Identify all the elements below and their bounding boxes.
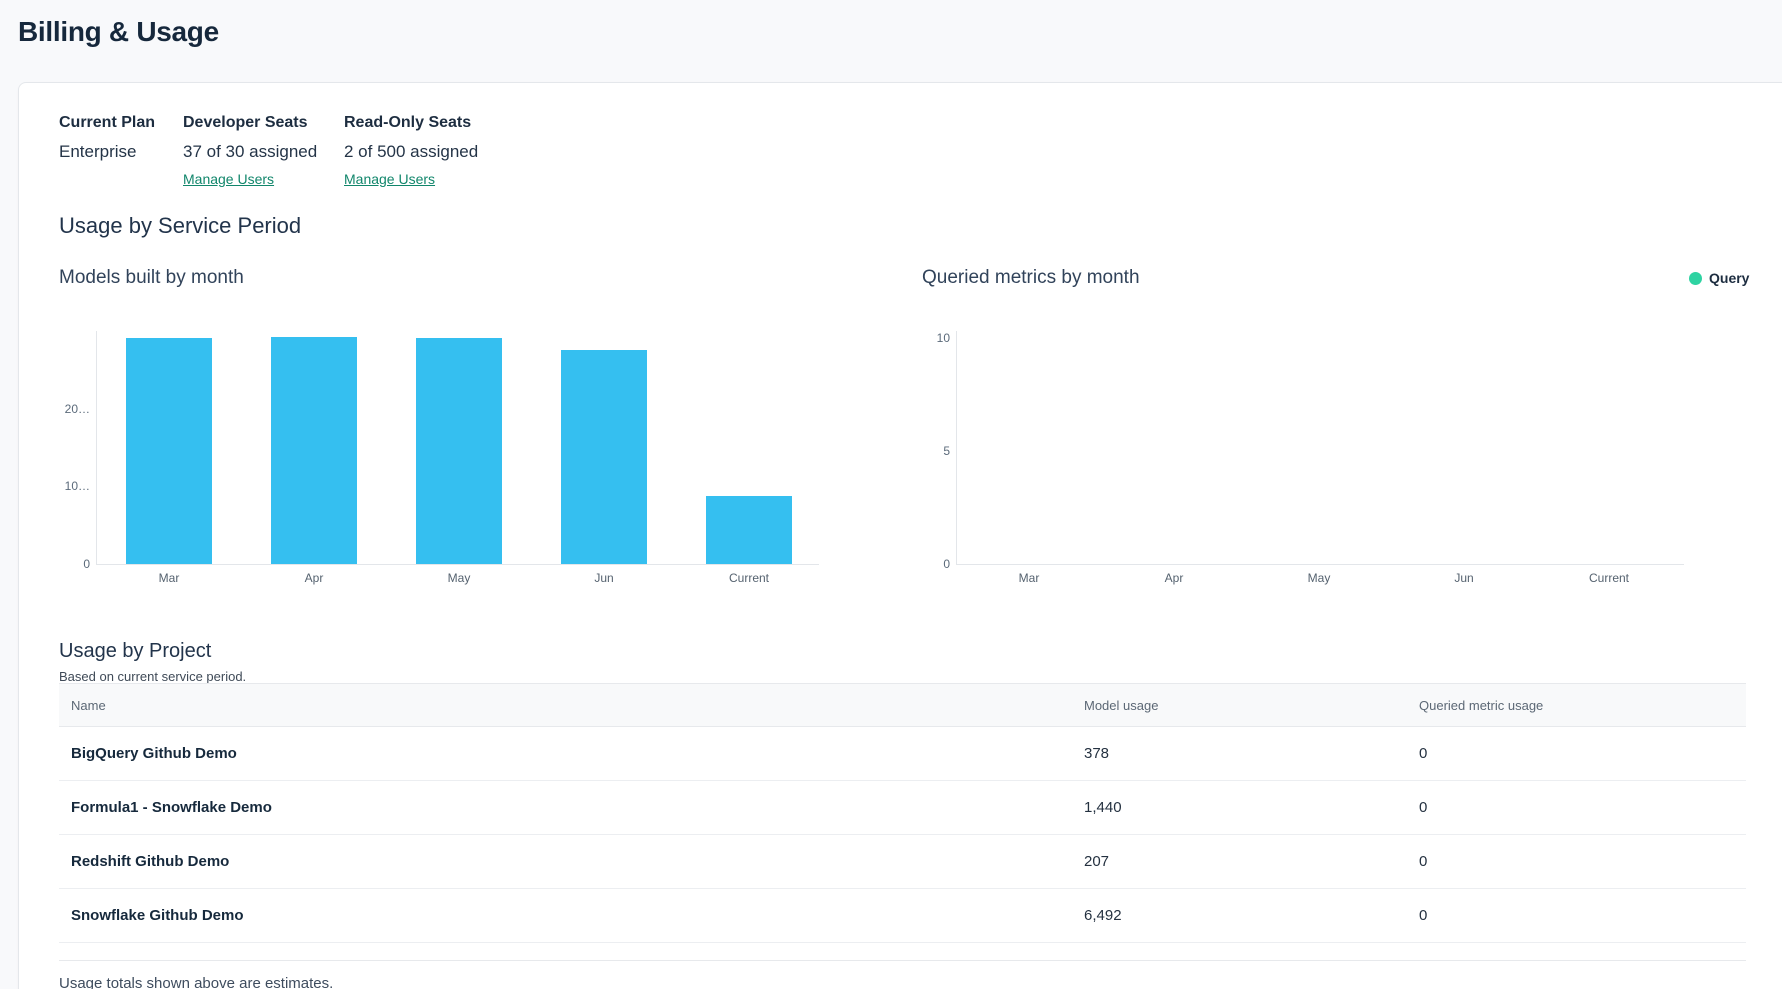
manage-users-link-readonly[interactable]: Manage Users [344,170,435,188]
queried-metric-usage-cell: 0 [1419,907,1746,924]
usage-footnote: Usage totals shown above are estimates. [59,974,333,989]
developer-seats-value: 37 of 30 assigned [183,141,344,163]
project-name-cell: BigQuery Github Demo [71,745,1084,762]
bar-apr [271,337,357,564]
x-axis-tick-label: Jun [1454,571,1473,585]
usage-by-project-title: Usage by Project [59,640,211,663]
model-usage-cell: 378 [1084,745,1419,762]
metrics-chart-title: Queried metrics by month [922,267,1140,289]
y-axis-tick-label: 0 [943,557,950,571]
queried-metric-usage-cell: 0 [1419,745,1746,762]
x-axis-tick-label: Apr [1165,571,1184,585]
x-axis-tick-label: May [448,571,471,585]
x-axis-tick-label: Jun [594,571,613,585]
current-plan-value: Enterprise [59,141,183,163]
x-axis-tick-label: Current [729,571,769,585]
usage-by-project-subtitle: Based on current service period. [59,669,246,684]
developer-seats-column: Developer Seats 37 of 30 assigned Manage… [183,113,344,189]
queried-metric-usage-cell: 0 [1419,799,1746,816]
table-row: BigQuery Github Demo3780 [59,727,1746,781]
readonly-seats-value: 2 of 500 assigned [344,141,478,163]
query-legend-label: Query [1709,270,1749,286]
usage-by-service-period-title: Usage by Service Period [59,213,301,239]
bar-current [706,496,792,564]
y-axis-tick-label: 5 [943,444,950,458]
y-axis-tick-label: 0 [83,557,90,571]
query-legend-dot-icon [1689,272,1702,285]
x-axis-tick-label: May [1308,571,1331,585]
queried-metric-usage-cell: 0 [1419,853,1746,870]
column-header-name: Name [71,698,1084,713]
model-usage-cell: 1,440 [1084,799,1419,816]
x-axis-tick-label: Mar [1019,571,1040,585]
developer-seats-label: Developer Seats [183,113,344,133]
table-row: Formula1 - Snowflake Demo1,4400 [59,781,1746,835]
bar-jun [561,350,647,564]
table-body: BigQuery Github Demo3780Formula1 - Snowf… [59,727,1746,943]
models-chart-title: Models built by month [59,267,244,289]
model-usage-cell: 6,492 [1084,907,1419,924]
bar-may [416,338,502,564]
readonly-seats-column: Read-Only Seats 2 of 500 assigned Manage… [344,113,478,189]
usage-by-project-table: Name Model usage Queried metric usage Bi… [59,683,1746,943]
bar-mar [126,338,212,564]
billing-card: Current Plan Enterprise Developer Seats … [18,82,1782,989]
table-row: Snowflake Github Demo6,4920 [59,889,1746,943]
queried-metrics-chart: 0510MarAprMayJunCurrent [956,331,1684,565]
readonly-seats-label: Read-Only Seats [344,113,478,133]
plan-summary: Current Plan Enterprise Developer Seats … [59,113,478,189]
x-axis-tick-label: Apr [305,571,324,585]
project-name-cell: Snowflake Github Demo [71,907,1084,924]
y-axis-tick-label: 10 [937,331,950,345]
manage-users-link-developer[interactable]: Manage Users [183,170,274,188]
table-header-row: Name Model usage Queried metric usage [59,683,1746,727]
table-bottom-divider [59,960,1746,961]
models-built-chart: 010…20…MarAprMayJunCurrent [96,331,819,565]
x-axis-tick-label: Mar [159,571,180,585]
project-name-cell: Redshift Github Demo [71,853,1084,870]
y-axis-tick-label: 20… [65,402,90,416]
table-row: Redshift Github Demo2070 [59,835,1746,889]
query-legend: Query [1689,270,1749,286]
y-axis-tick-label: 10… [65,479,90,493]
current-plan-label: Current Plan [59,113,183,133]
project-name-cell: Formula1 - Snowflake Demo [71,799,1084,816]
column-header-model-usage: Model usage [1084,698,1419,713]
current-plan-column: Current Plan Enterprise [59,113,183,189]
column-header-queried-metric-usage: Queried metric usage [1419,698,1746,713]
model-usage-cell: 207 [1084,853,1419,870]
x-axis-tick-label: Current [1589,571,1629,585]
page-title: Billing & Usage [18,16,219,48]
